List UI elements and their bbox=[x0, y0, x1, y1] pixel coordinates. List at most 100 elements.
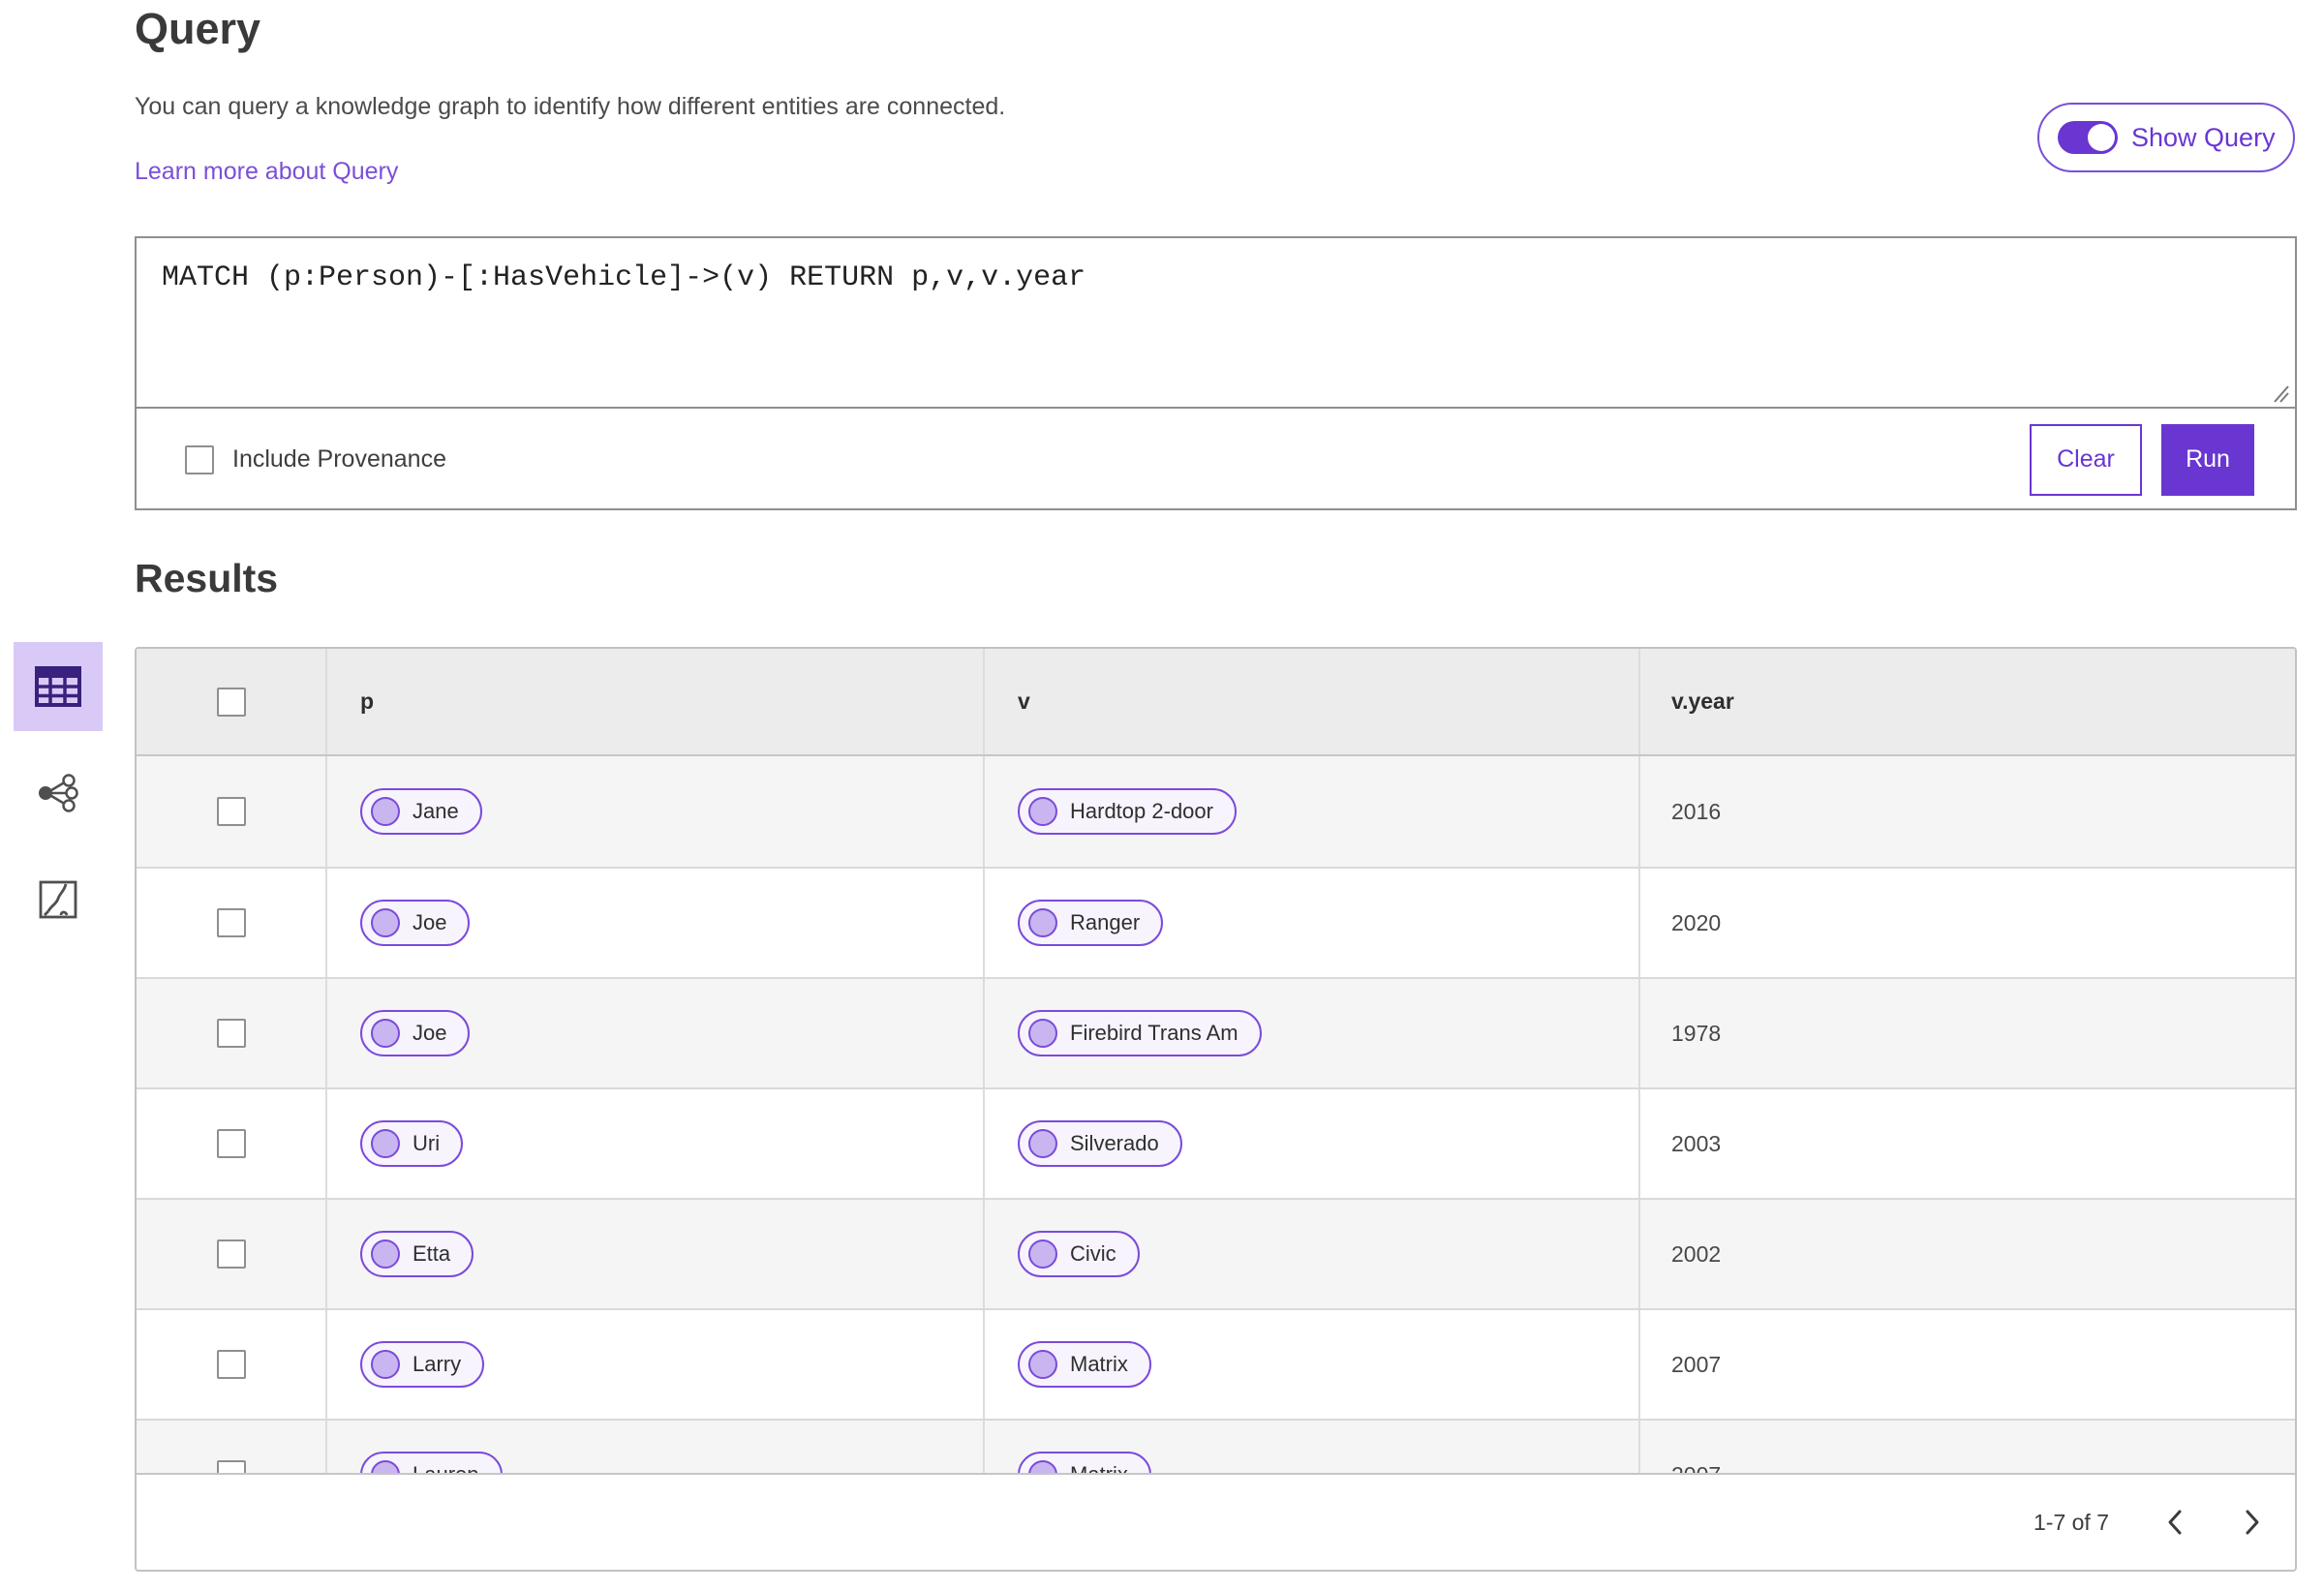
vehicle-pill[interactable]: Firebird Trans Am bbox=[1018, 1010, 1262, 1056]
show-query-label: Show Query bbox=[2131, 122, 2276, 152]
map-icon bbox=[39, 880, 77, 919]
query-panel: MATCH (p:Person)-[:HasVehicle]->(v) RETU… bbox=[135, 236, 2297, 510]
learn-more-link[interactable]: Learn more about Query bbox=[135, 158, 398, 186]
show-query-toggle[interactable]: Show Query bbox=[2037, 103, 2295, 172]
node-circle-icon bbox=[1028, 1129, 1057, 1158]
column-header-v[interactable]: v bbox=[985, 649, 1640, 754]
row-select-checkbox[interactable] bbox=[216, 1019, 246, 1048]
person-pill[interactable]: Etta bbox=[360, 1231, 474, 1277]
table-row: Lauren Matrix 2007 bbox=[137, 1419, 2295, 1473]
vehicle-pill-label: Civic bbox=[1070, 1241, 1116, 1266]
row-select-checkbox[interactable] bbox=[216, 1460, 246, 1473]
node-circle-icon bbox=[1028, 908, 1057, 937]
year-value: 1978 bbox=[1671, 1020, 1722, 1046]
pagination-range: 1-7 of 7 bbox=[2034, 1509, 2109, 1535]
page-description: You can query a knowledge graph to ident… bbox=[135, 93, 1006, 120]
vehicle-pill[interactable]: Ranger bbox=[1018, 900, 1164, 946]
run-button[interactable]: Run bbox=[2161, 423, 2254, 496]
year-value: 2016 bbox=[1671, 798, 1722, 824]
table-view-button[interactable] bbox=[14, 642, 103, 731]
year-value: 2007 bbox=[1671, 1351, 1722, 1377]
chevron-left-icon bbox=[2168, 1510, 2182, 1535]
resize-handle-icon[interactable] bbox=[2265, 382, 2290, 404]
node-circle-icon bbox=[371, 908, 400, 937]
vehicle-pill-label: Firebird Trans Am bbox=[1070, 1021, 1238, 1045]
table-row: Uri Silverado 2003 bbox=[137, 1087, 2295, 1198]
node-circle-icon bbox=[371, 1460, 400, 1473]
year-value: 2003 bbox=[1671, 1130, 1722, 1156]
table-row: Etta Civic 2002 bbox=[137, 1198, 2295, 1308]
map-view-button[interactable] bbox=[14, 855, 103, 944]
chevron-right-icon bbox=[2246, 1510, 2259, 1535]
vehicle-pill-label: Ranger bbox=[1070, 910, 1141, 934]
node-circle-icon bbox=[1028, 797, 1057, 826]
vehicle-pill[interactable]: Silverado bbox=[1018, 1120, 1182, 1167]
vehicle-pill[interactable]: Civic bbox=[1018, 1231, 1140, 1277]
graph-view-button[interactable] bbox=[14, 749, 103, 838]
year-value: 2007 bbox=[1671, 1462, 1721, 1474]
person-pill-label: Larry bbox=[413, 1352, 462, 1376]
clear-button[interactable]: Clear bbox=[2030, 423, 2142, 496]
node-circle-icon bbox=[371, 797, 400, 826]
table-row: Larry Matrix 2007 bbox=[137, 1308, 2295, 1419]
node-circle-icon bbox=[371, 1239, 400, 1269]
vehicle-pill-label: Matrix bbox=[1070, 1352, 1128, 1376]
node-circle-icon bbox=[371, 1350, 400, 1379]
person-pill[interactable]: Jane bbox=[360, 788, 482, 835]
view-switcher bbox=[14, 642, 103, 944]
query-panel-footer: Include Provenance Clear Run bbox=[137, 411, 2295, 508]
vehicle-pill-label: Silverado bbox=[1070, 1131, 1159, 1155]
person-pill[interactable]: Joe bbox=[360, 900, 471, 946]
vehicle-pill[interactable]: Matrix bbox=[1018, 1452, 1151, 1473]
node-circle-icon bbox=[1028, 1019, 1057, 1048]
node-circle-icon bbox=[1028, 1350, 1057, 1379]
table-body: Jane Hardtop 2-door 2016 Joe Ranger 2020 bbox=[137, 756, 2295, 1473]
results-title: Results bbox=[135, 556, 279, 600]
node-circle-icon bbox=[371, 1019, 400, 1048]
toggle-switch-icon[interactable] bbox=[2058, 121, 2118, 154]
row-select-checkbox[interactable] bbox=[216, 908, 246, 937]
person-pill[interactable]: Larry bbox=[360, 1341, 485, 1388]
node-circle-icon bbox=[1028, 1460, 1057, 1473]
year-value: 2020 bbox=[1671, 909, 1722, 935]
table-row: Joe Ranger 2020 bbox=[137, 867, 2295, 977]
person-pill-label: Jane bbox=[413, 799, 459, 823]
person-pill-label: Lauren bbox=[413, 1462, 479, 1473]
column-header-vyear[interactable]: v.year bbox=[1640, 649, 2295, 754]
year-value: 2002 bbox=[1671, 1240, 1722, 1267]
row-select-checkbox[interactable] bbox=[216, 1129, 246, 1158]
include-provenance-checkbox[interactable] bbox=[185, 444, 214, 474]
person-pill-label: Joe bbox=[413, 1021, 447, 1045]
person-pill-label: Etta bbox=[413, 1241, 451, 1266]
query-actions: Clear Run bbox=[2030, 423, 2254, 496]
person-pill-label: Uri bbox=[413, 1131, 441, 1155]
table-row: Jane Hardtop 2-door 2016 bbox=[137, 756, 2295, 867]
include-provenance-option[interactable]: Include Provenance bbox=[185, 444, 446, 474]
page-title: Query bbox=[135, 4, 261, 53]
row-select-checkbox[interactable] bbox=[216, 1350, 246, 1379]
select-all-checkbox[interactable] bbox=[216, 687, 246, 717]
row-select-checkbox[interactable] bbox=[216, 797, 246, 826]
row-select-checkbox[interactable] bbox=[216, 1239, 246, 1269]
include-provenance-label: Include Provenance bbox=[232, 445, 446, 473]
person-pill[interactable]: Joe bbox=[360, 1010, 471, 1056]
person-pill[interactable]: Uri bbox=[360, 1120, 464, 1167]
vehicle-pill[interactable]: Matrix bbox=[1018, 1341, 1151, 1388]
network-icon bbox=[39, 774, 78, 812]
column-header-p[interactable]: p bbox=[327, 649, 985, 754]
next-page-button[interactable] bbox=[2225, 1495, 2279, 1549]
vehicle-pill[interactable]: Hardtop 2-door bbox=[1018, 788, 1237, 835]
vehicle-pill-label: Matrix bbox=[1070, 1462, 1128, 1473]
node-circle-icon bbox=[371, 1129, 400, 1158]
toggle-knob bbox=[2088, 124, 2115, 151]
vehicle-pill-label: Hardtop 2-door bbox=[1070, 799, 1213, 823]
query-input[interactable]: MATCH (p:Person)-[:HasVehicle]->(v) RETU… bbox=[137, 238, 2295, 409]
table-row: Joe Firebird Trans Am 1978 bbox=[137, 977, 2295, 1087]
table-footer: 1-7 of 7 bbox=[137, 1473, 2295, 1570]
table-header-row: p v v.year bbox=[137, 649, 2295, 756]
previous-page-button[interactable] bbox=[2148, 1495, 2202, 1549]
person-pill[interactable]: Lauren bbox=[360, 1452, 503, 1473]
query-page: Query You can query a knowledge graph to… bbox=[0, 0, 2324, 1591]
person-pill-label: Joe bbox=[413, 910, 447, 934]
table-icon bbox=[35, 666, 81, 707]
